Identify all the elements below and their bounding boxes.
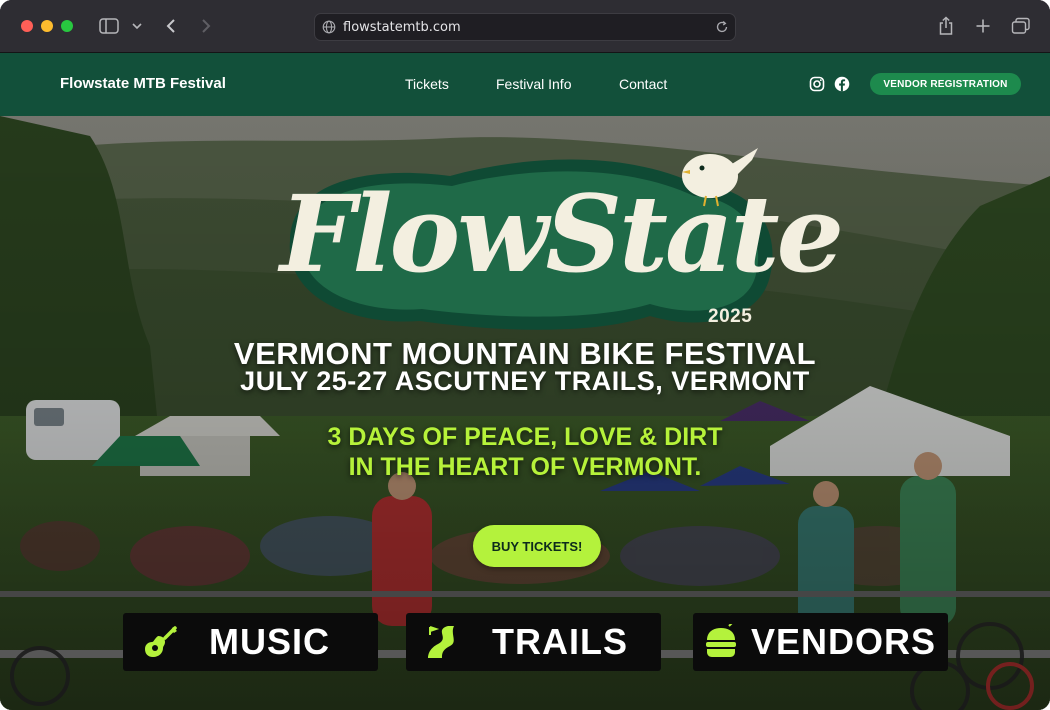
reload-icon[interactable] (715, 20, 729, 34)
hero-tagline: 3 DAYS OF PEACE, LOVE & DIRT IN THE HEAR… (0, 422, 1050, 482)
vendor-registration-button[interactable]: VENDOR REGISTRATION (870, 73, 1021, 95)
feature-vendors-card[interactable]: VENDORS (693, 613, 948, 671)
hero-section: FlowState 2025 VERMONT MOUNTAIN BIKE FES… (0, 116, 1050, 710)
hero-subtitle: JULY 25-27 ASCUTNEY TRAILS, VERMONT (240, 366, 810, 396)
browser-window: flowstatemtb.com Flowstate MTB Festival … (0, 0, 1050, 710)
tagline-line-2: IN THE HEART OF VERMONT. (348, 453, 702, 481)
address-bar[interactable]: flowstatemtb.com (314, 13, 736, 41)
instagram-icon[interactable] (809, 76, 825, 92)
close-window-button[interactable] (21, 20, 33, 32)
burger-icon (706, 624, 736, 657)
globe-icon (322, 20, 336, 34)
sidebar-toggle-icon[interactable] (96, 14, 122, 38)
chevron-down-icon[interactable] (128, 14, 146, 38)
feature-trails-label: TRAILS (492, 621, 628, 662)
feature-trails-card[interactable]: TRAILS (406, 613, 661, 671)
webpage: Flowstate MTB Festival Tickets Festival … (0, 53, 1050, 710)
logo-year: 2025 (708, 306, 753, 327)
browser-toolbar: flowstatemtb.com (0, 0, 1050, 53)
feature-music-card[interactable]: MUSIC (123, 613, 378, 671)
tab-overview-icon[interactable] (1008, 14, 1034, 38)
tagline-line-1: 3 DAYS OF PEACE, LOVE & DIRT (327, 423, 723, 451)
forward-arrow-icon[interactable] (195, 14, 217, 38)
zoom-window-button[interactable] (61, 20, 73, 32)
back-arrow-icon[interactable] (160, 14, 182, 38)
feature-music-label: MUSIC (209, 621, 330, 662)
trail-road-icon (428, 626, 454, 658)
site-brand[interactable]: Flowstate MTB Festival (60, 75, 226, 92)
feature-vendors-label: VENDORS (751, 621, 937, 662)
new-tab-plus-icon[interactable] (971, 14, 995, 38)
nav-link-tickets[interactable]: Tickets (405, 76, 449, 92)
nav-link-festival-info[interactable]: Festival Info (496, 76, 571, 92)
guitar-icon (145, 626, 177, 657)
share-icon[interactable] (934, 14, 958, 38)
buy-tickets-button[interactable]: BUY TICKETS! (473, 525, 601, 567)
facebook-icon[interactable] (834, 76, 850, 92)
minimize-window-button[interactable] (41, 20, 53, 32)
site-header: Flowstate MTB Festival Tickets Festival … (0, 53, 1050, 116)
logo-wordmark: FlowState (280, 171, 844, 296)
nav-link-contact[interactable]: Contact (619, 76, 667, 92)
flowstate-logo: FlowState 2025 (270, 146, 844, 336)
url-text: flowstatemtb.com (343, 20, 461, 35)
